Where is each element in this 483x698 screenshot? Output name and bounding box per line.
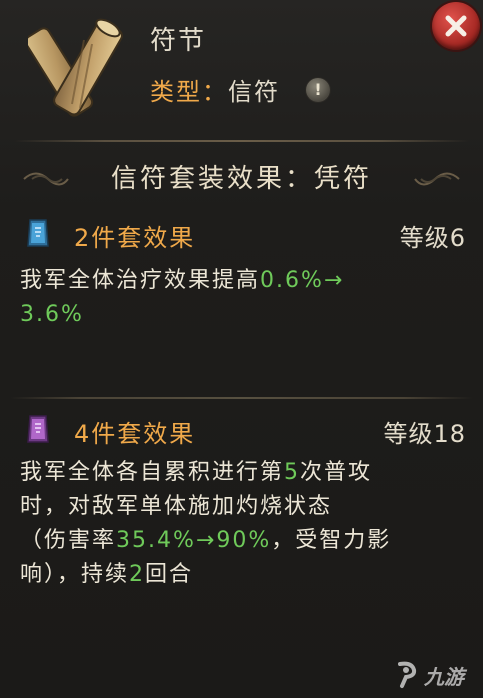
bonus-description: 我军全体治疗效果提高0.6%→ 3.6% xyxy=(20,264,466,332)
set-title: 信符套装效果：凭符 xyxy=(110,164,372,194)
bonus-level: 等级18 xyxy=(383,420,466,448)
bonus-title: 2件套效果 xyxy=(74,224,196,252)
blue-gem-icon xyxy=(27,219,49,247)
info-icon[interactable]: ! xyxy=(306,77,330,102)
bonus-desc-text: 响），持续 xyxy=(20,562,130,587)
bonus-desc-value: 3.6% xyxy=(20,302,84,327)
item-header: 符节 类型： 信符 ! xyxy=(0,0,483,140)
bonus-desc-value: 5 xyxy=(284,460,301,485)
set-title-bar: 信符套装效果：凭符 xyxy=(0,148,483,200)
jiuyou-logo-icon xyxy=(398,661,417,688)
item-type-value: 信符 xyxy=(228,78,280,106)
scroll-tally-icon xyxy=(28,18,123,117)
watermark-text: 九游 xyxy=(424,664,464,689)
bonus-desc-text: 回合 xyxy=(145,562,194,587)
close-button[interactable] xyxy=(432,2,480,50)
bonus-desc-text: ，受智力影 xyxy=(271,528,392,553)
tooltip-panel: 符节 类型： 信符 ! 信符套装效果：凭符 2件套效果 等级6 我军全体治疗效果… xyxy=(0,0,483,698)
bonus-desc-text: 次普攻 xyxy=(300,460,373,485)
watermark: 九游 xyxy=(392,656,480,694)
bonus-desc-text: 我军全体治疗效果提高 xyxy=(20,268,261,293)
item-name: 符节 xyxy=(150,26,207,56)
close-icon xyxy=(445,15,467,37)
purple-gem-icon xyxy=(27,415,49,443)
bonus-desc-text: （伤害率 xyxy=(20,528,117,553)
item-type-label: 类型： xyxy=(150,78,228,106)
bonus-level: 等级6 xyxy=(399,224,466,252)
bonus-desc-value: 0.6%→ xyxy=(260,268,345,293)
bonus-desc-text: 时，对敌军单体施加灼烧状态 xyxy=(20,494,333,519)
bonus-header: 2件套效果 等级6 xyxy=(26,214,466,254)
bonus-desc-value: 2 xyxy=(129,562,146,587)
bonus-description: 我军全体各自累积进行第5次普攻 时，对敌军单体施加灼烧状态 （伤害率35.4%→… xyxy=(20,456,466,592)
bonus-desc-value: 35.4%→90% xyxy=(116,528,272,553)
bonus-header: 4件套效果 等级18 xyxy=(26,410,466,450)
bonus-desc-text: 我军全体各自累积进行第 xyxy=(20,460,285,485)
bonus-title: 4件套效果 xyxy=(74,420,196,448)
item-type-row: 类型： 信符 ! xyxy=(150,72,330,107)
ornament-right-icon xyxy=(414,172,460,186)
bonus-divider xyxy=(10,397,473,399)
header-divider xyxy=(14,140,469,142)
